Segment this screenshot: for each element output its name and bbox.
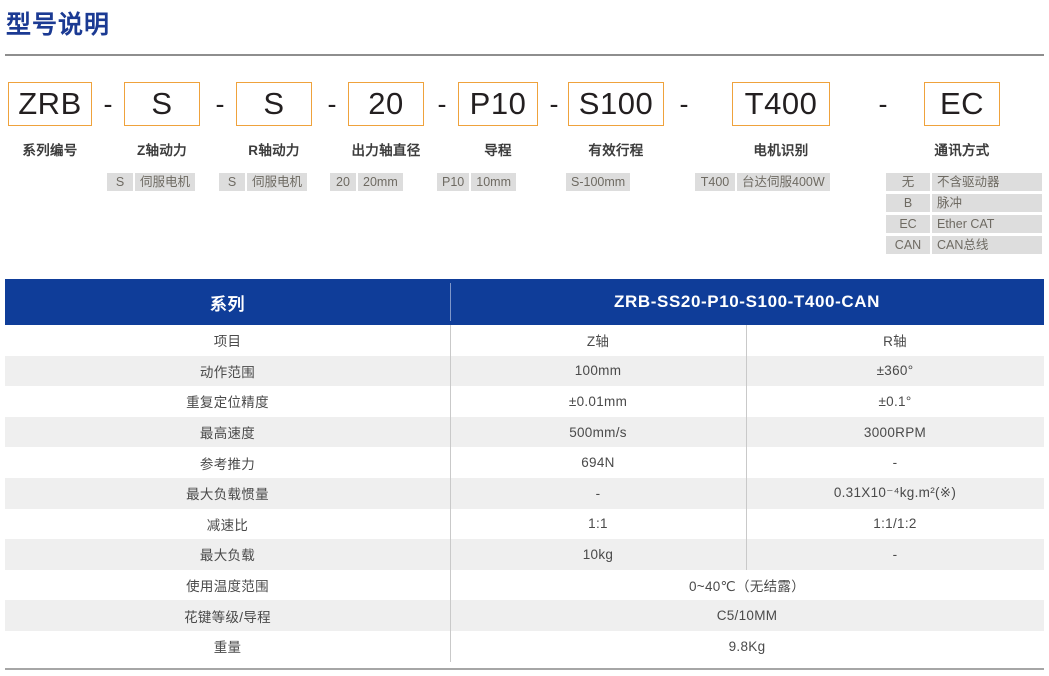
column-divider-1: [450, 325, 451, 662]
row-value-z: 500mm/s: [569, 424, 627, 440]
legend-code: P10: [437, 173, 470, 191]
row-value-z: 1:1: [588, 516, 608, 532]
legend-code: 20: [330, 173, 356, 191]
legend-row: 无不含驱动器: [886, 173, 1042, 191]
table-row: 最大负载惯量 - 0.31X10⁻⁴kg.m²(※): [5, 477, 1044, 509]
table-row: 参考推力 694N -: [5, 447, 1044, 478]
table-row: 动作范围 100mm ±360°: [5, 355, 1044, 387]
legend-code: S: [107, 173, 133, 191]
row-value-r: 1:1/1:2: [873, 516, 917, 532]
page-title: 型号说明: [6, 11, 111, 39]
row-value-z: 10kg: [582, 546, 614, 562]
row-value-spanned: 0~40℃（无结露）: [688, 579, 806, 595]
legend-row: P10 10mm: [437, 173, 516, 191]
table-row: 重量 9.8Kg: [5, 631, 1044, 662]
legend-code: S: [219, 173, 245, 191]
code-separator-3: -: [437, 88, 447, 119]
caption-7: 通讯方式: [934, 143, 990, 158]
model-spec-page: 型号说明 ZRB S S 20 P10 S100 T400 EC - - - - - - - 系列编号 Z轴动…: [0, 0, 1049, 676]
row-item-label: 项目: [213, 334, 242, 350]
row-value-z: -: [595, 485, 601, 501]
legend-row: S 伺服电机: [107, 173, 196, 191]
row-item-label: 最高速度: [199, 426, 256, 442]
code-separator-6: -: [878, 88, 888, 119]
legend-row: S-100mm: [566, 173, 631, 191]
code-box-s: S: [124, 82, 200, 126]
row-value-r: R轴: [883, 334, 907, 350]
row-item-label: 参考推力: [199, 456, 256, 472]
legend-desc: CAN总线: [932, 236, 1042, 254]
table-row: 花键等级/导程 C5/10MM: [5, 600, 1044, 631]
legend-code: T400: [695, 173, 735, 191]
legend-row: S 伺服电机: [219, 173, 308, 191]
code-separator-2: -: [327, 88, 337, 119]
caption-6: 电机识别: [753, 143, 809, 158]
row-value-z: 100mm: [574, 363, 622, 379]
legend-code: S-100mm: [566, 173, 631, 191]
legend-desc: 脉冲: [932, 194, 1042, 212]
row-value-r: -: [892, 546, 898, 562]
code-box-20: 20: [348, 82, 424, 126]
row-item-label: 最大负载: [199, 548, 256, 564]
header-model-label: ZRB-SS20-P10-S100-T400-CAN: [614, 292, 880, 311]
legend-row: CAN CAN总线: [886, 236, 1042, 254]
row-item-label: 使用温度范围: [186, 579, 269, 595]
code-box-s: S: [236, 82, 312, 126]
code-separator-4: -: [549, 88, 559, 119]
table-row: 最大负载 10kg -: [5, 539, 1044, 570]
row-item-label: 动作范围: [199, 364, 256, 380]
legend-desc: 不含驱动器: [932, 173, 1042, 191]
row-value-r: 0.31X10⁻⁴kg.m²(※): [833, 485, 957, 501]
legend-desc: 10mm: [471, 173, 516, 191]
code-box-zrb: ZRB: [8, 82, 92, 126]
code-box-s100: S100: [568, 82, 664, 126]
row-value-z: ±0.01mm: [568, 393, 628, 409]
row-value-r: -: [892, 455, 898, 471]
table-row: 使用温度范围 0~40℃（无结露）: [5, 570, 1044, 601]
legend-code: 无: [886, 173, 930, 191]
header-series-label: 系列: [209, 294, 246, 314]
code-box-p10: P10: [458, 82, 538, 126]
code-separator-0: -: [103, 88, 113, 119]
title-divider: [5, 54, 1044, 56]
column-divider-2: [746, 325, 747, 570]
code-separator-5: -: [679, 88, 689, 119]
caption-5: 有效行程: [588, 143, 644, 158]
row-value-spanned: 9.8Kg: [728, 638, 766, 654]
row-item-label: 最大负载惯量: [186, 487, 269, 503]
row-value-r: ±360°: [876, 363, 914, 379]
legend-desc: 伺服电机: [135, 173, 196, 191]
legend-desc: 伺服电机: [247, 173, 308, 191]
row-item-label: 花键等级/导程: [184, 609, 271, 625]
table-row: 项目 Z轴 R轴: [5, 325, 1044, 356]
header-divider: [450, 283, 451, 321]
legend-code: EC: [886, 215, 930, 233]
table-row: 减速比 1:1 1:1/1:2: [5, 509, 1044, 540]
row-value-r: ±0.1°: [878, 393, 912, 409]
table-row: 最高速度 500mm/s 3000RPM: [5, 416, 1044, 448]
row-item-label: 重量: [213, 640, 242, 656]
spec-table-header: 系列 ZRB-SS20-P10-S100-T400-CAN: [5, 279, 1044, 325]
legend-code: B: [886, 194, 930, 212]
legend-row: T400 台达伺服400W: [695, 173, 830, 191]
legend-code: CAN: [886, 236, 930, 254]
code-box-ec: EC: [924, 82, 1000, 126]
table-row: 重复定位精度 ±0.01mm ±0.1°: [5, 386, 1044, 417]
row-value-spanned: C5/10MM: [716, 608, 778, 624]
legend-row: B 脉冲: [886, 194, 1042, 212]
code-box-t400: T400: [732, 82, 830, 126]
legend-row: EC Ether CAT: [886, 215, 1042, 233]
row-item-label: 减速比: [206, 517, 249, 533]
legend-desc: Ether CAT: [932, 215, 1042, 233]
row-item-label: 重复定位精度: [186, 395, 269, 411]
code-separator-1: -: [215, 88, 225, 119]
spec-table: 系列 ZRB-SS20-P10-S100-T400-CAN 项目 Z轴 R轴动作范围 10…: [5, 279, 1044, 662]
legend-desc: 20mm: [358, 173, 403, 191]
row-value-r: 3000RPM: [863, 424, 927, 440]
legend-desc: 台达伺服400W: [737, 173, 830, 191]
row-value-z: 694N: [581, 455, 615, 471]
table-bottom-border: [5, 668, 1044, 670]
legend-row: 20 20mm: [330, 173, 403, 191]
row-value-z: Z轴: [586, 334, 610, 350]
